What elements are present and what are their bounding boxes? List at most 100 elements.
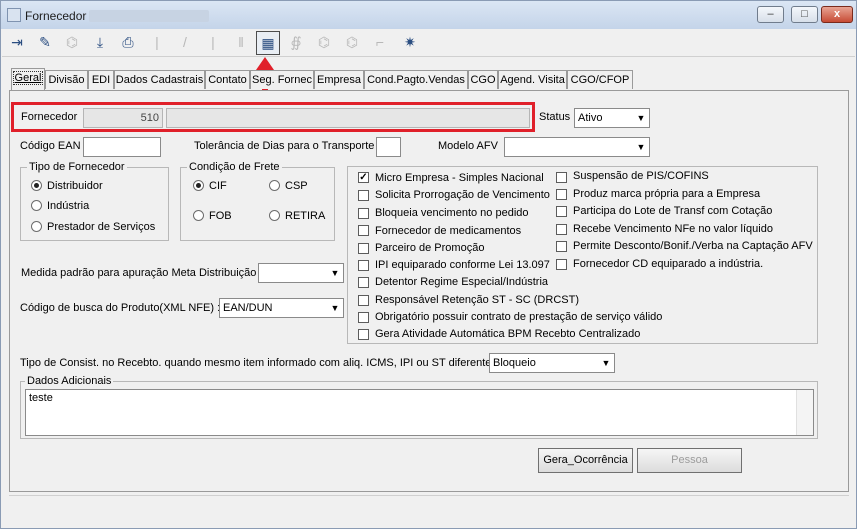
- print-icon[interactable]: ⎙: [116, 31, 140, 55]
- vertical-scrollbar[interactable]: [796, 390, 813, 435]
- codigo-busca-select[interactable]: EAN/DUN ▼: [219, 298, 344, 318]
- radio-fob[interactable]: [193, 210, 204, 221]
- last-record-icon[interactable]: ‖: [229, 31, 253, 55]
- tolerancia-field[interactable]: [376, 137, 401, 157]
- fob-label: FOB: [209, 210, 232, 222]
- gera-atividade-bpm-label: Gera Atividade Automática BPM Recebto Ce…: [375, 328, 641, 340]
- chk-micro-empresa[interactable]: ✓: [358, 172, 369, 183]
- chevron-down-icon: ▼: [636, 142, 646, 152]
- condicao-frete-title: Condição de Frete: [187, 161, 282, 173]
- tolerancia-label: Tolerância de Dias para o Transporte: [194, 140, 375, 152]
- micro-empresa-label: Micro Empresa - Simples Nacional: [375, 172, 544, 184]
- codigo-ean-field[interactable]: [83, 137, 161, 157]
- bottom-divider: [9, 495, 849, 496]
- chevron-down-icon: ▼: [601, 358, 611, 368]
- distribuidor-label: Distribuidor: [47, 180, 103, 192]
- chk-suspensao-pis-cofins[interactable]: [556, 172, 567, 183]
- radio-retira[interactable]: [269, 210, 280, 221]
- chk-participa-lote[interactable]: [556, 206, 567, 217]
- dados-adicionais-textarea[interactable]: teste: [25, 389, 814, 436]
- industria-label: Indústria: [47, 200, 90, 212]
- tab-edi[interactable]: EDI: [88, 70, 114, 89]
- tab-dados-cadastrais[interactable]: Dados Cadastrais: [114, 70, 205, 89]
- suspensao-pis-cofins-label: Suspensão de PIS/COFINS: [573, 170, 709, 182]
- tree-expand-icon[interactable]: ⌬: [312, 31, 336, 55]
- chk-bloqueia-vencimento[interactable]: [358, 208, 369, 219]
- chk-solicita-prorrogacao[interactable]: [358, 190, 369, 201]
- radio-prestador-servicos[interactable]: [31, 221, 42, 232]
- participa-lote-label: Participa do Lote de Transf com Cotação: [573, 205, 773, 217]
- tipo-consist-value: Bloqueio: [493, 357, 536, 369]
- grid-sparkle-icon[interactable]: ✷: [398, 31, 422, 55]
- minimize-button[interactable]: –: [757, 6, 784, 23]
- dados-adicionais-title: Dados Adicionais: [25, 375, 114, 387]
- radio-csp[interactable]: [269, 180, 280, 191]
- modelo-afv-label: Modelo AFV: [438, 140, 498, 152]
- chk-fornecedor-cd[interactable]: [556, 259, 567, 270]
- title-redacted: [89, 10, 209, 22]
- retira-label: RETIRA: [285, 210, 326, 222]
- app-icon: [7, 8, 21, 22]
- chk-responsavel-retencao[interactable]: [358, 295, 369, 306]
- lookup-icon[interactable]: ∯: [284, 31, 308, 55]
- first-record-icon[interactable]: |: [145, 31, 169, 55]
- radio-cif[interactable]: [193, 180, 204, 191]
- cif-label: CIF: [209, 180, 227, 192]
- status-label: Status: [539, 111, 571, 123]
- csp-label: CSP: [285, 180, 308, 192]
- tab-geral[interactable]: Geral: [11, 68, 45, 90]
- chk-detentor-regime[interactable]: [358, 277, 369, 288]
- tab-cgo-cfop[interactable]: CGO/CFOP: [567, 70, 633, 89]
- close-button[interactable]: x: [821, 6, 853, 23]
- gera-ocorrencia-button[interactable]: Gera_Ocorrência: [538, 448, 633, 473]
- status-select[interactable]: Ativo ▼: [574, 108, 650, 128]
- chk-gera-atividade-bpm[interactable]: [358, 329, 369, 340]
- pessoa-button[interactable]: Pessoa: [637, 448, 742, 473]
- chk-produz-marca-propria[interactable]: [556, 189, 567, 200]
- hierarchy-icon[interactable]: ⌬: [60, 31, 84, 55]
- modelo-afv-select[interactable]: ▼: [504, 137, 650, 157]
- dados-adicionais-text: teste: [29, 392, 53, 404]
- prev-record-icon[interactable]: /: [173, 31, 197, 55]
- codigo-busca-label: Código de busca do Produto(XML NFE) :: [20, 302, 221, 314]
- tab-cond-pagto-vendas[interactable]: Cond.Pagto.Vendas: [364, 70, 468, 89]
- detentor-regime-label: Detentor Regime Especial/Indústria: [375, 276, 549, 288]
- prestador-servicos-label: Prestador de Serviços: [47, 221, 156, 233]
- permite-desconto-label: Permite Desconto/Bonif./Verba na Captaçã…: [573, 240, 813, 252]
- tab-agend-visita[interactable]: Agend. Visita: [498, 70, 567, 89]
- tree-collapse-icon[interactable]: ⌬: [340, 31, 364, 55]
- bloqueia-vencimento-label: Bloqueia vencimento no pedido: [375, 207, 529, 219]
- radio-industria[interactable]: [31, 200, 42, 211]
- obrigatorio-contrato-label: Obrigatório possuir contrato de prestaçã…: [375, 311, 663, 323]
- fornecedor-medicamentos-label: Fornecedor de medicamentos: [375, 225, 522, 237]
- chk-obrigatorio-contrato[interactable]: [358, 312, 369, 323]
- chevron-down-icon: ▼: [330, 268, 340, 278]
- medida-padrao-select[interactable]: ▼: [258, 263, 344, 283]
- tree-link-icon[interactable]: ⌐: [368, 31, 392, 55]
- condicao-frete-group: Condição de Frete: [180, 161, 335, 241]
- chk-fornecedor-medicamentos[interactable]: [358, 225, 369, 236]
- next-record-icon[interactable]: |: [201, 31, 225, 55]
- tipo-fornecedor-title: Tipo de Fornecedor: [27, 161, 127, 173]
- radio-distribuidor[interactable]: [31, 180, 42, 191]
- toolbar: ⇥ ✎ ⌬ ⤓ ⎙ | / | ‖ ▦ ∯ ⌬ ⌬ ⌐ ✷: [2, 29, 855, 57]
- produz-marca-propria-label: Produz marca própria para a Empresa: [573, 188, 761, 200]
- chk-recebe-vencimento-nfe[interactable]: [556, 224, 567, 235]
- chk-ipi-equiparado[interactable]: [358, 260, 369, 271]
- window-title: Fornecedor: [25, 9, 87, 23]
- status-value: Ativo: [578, 112, 603, 124]
- tab-empresa[interactable]: Empresa: [314, 70, 364, 89]
- exit-door-icon[interactable]: ⇥: [5, 31, 29, 55]
- chk-parceiro-promocao[interactable]: [358, 243, 369, 254]
- fornecedor-cd-label: Fornecedor CD equiparado a indústria.: [573, 258, 764, 270]
- tipo-consist-select[interactable]: Bloqueio ▼: [489, 353, 615, 373]
- tab-cgo[interactable]: CGO: [468, 70, 498, 89]
- chk-permite-desconto[interactable]: [556, 241, 567, 252]
- table-grid-icon[interactable]: ▦: [256, 31, 280, 55]
- tab-divisao[interactable]: Divisão: [45, 70, 88, 89]
- eraser-icon[interactable]: ✎: [33, 31, 57, 55]
- download-tray-icon[interactable]: ⤓: [88, 31, 112, 55]
- tab-seg-fornec[interactable]: Seg. Fornec: [250, 70, 314, 89]
- tab-contato[interactable]: Contato: [205, 70, 250, 89]
- maximize-button[interactable]: □: [791, 6, 818, 23]
